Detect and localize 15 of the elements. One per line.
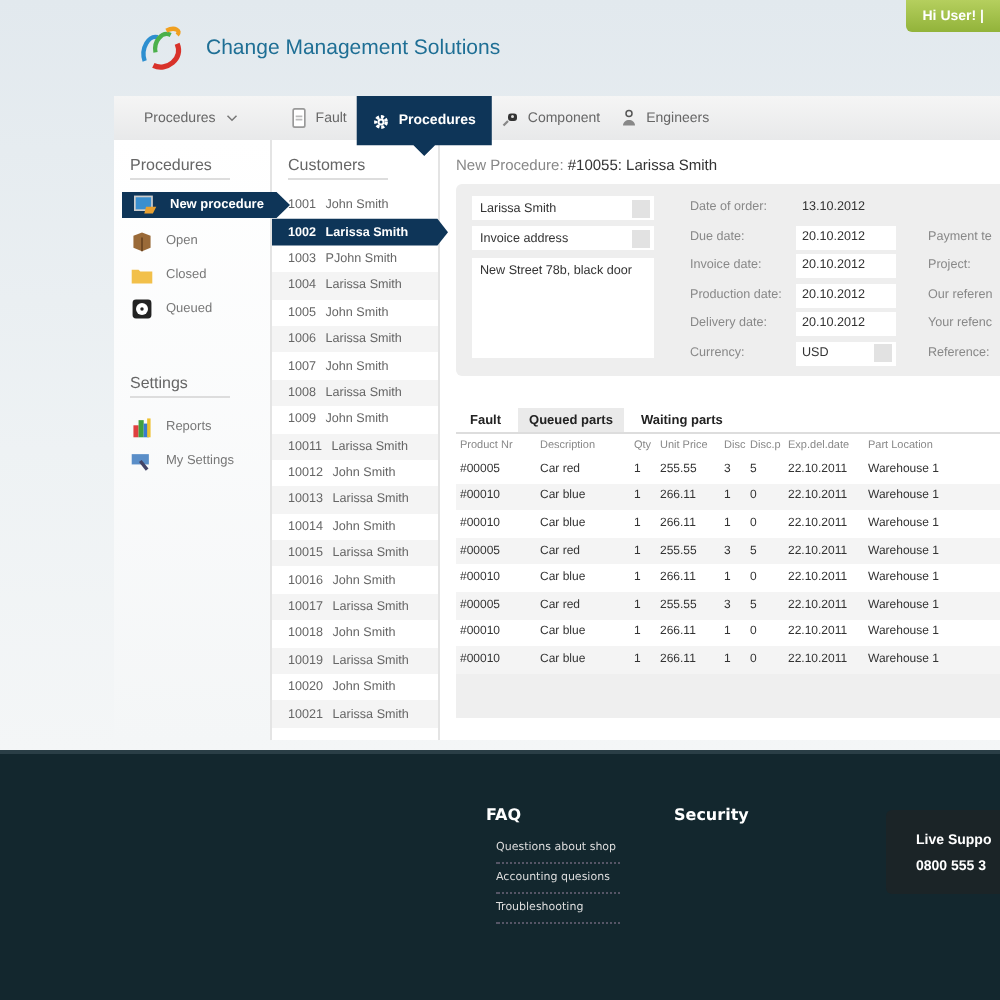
column-heading: Customers (288, 156, 388, 180)
section-heading: Settings (130, 374, 230, 398)
footer-heading: Security (674, 806, 751, 824)
document-icon (289, 108, 308, 128)
section-heading: Procedures (130, 156, 230, 180)
box-icon (130, 230, 154, 252)
folder-icon (130, 264, 154, 286)
footer-heading: FAQ (486, 806, 524, 824)
person-icon (620, 108, 639, 128)
monitor-icon (134, 194, 158, 216)
caret-icon (225, 114, 238, 122)
gear-icon (372, 111, 391, 131)
disc-icon (130, 298, 154, 320)
brand-name: Change Management Solutions (206, 35, 501, 59)
chart-icon (130, 416, 154, 438)
